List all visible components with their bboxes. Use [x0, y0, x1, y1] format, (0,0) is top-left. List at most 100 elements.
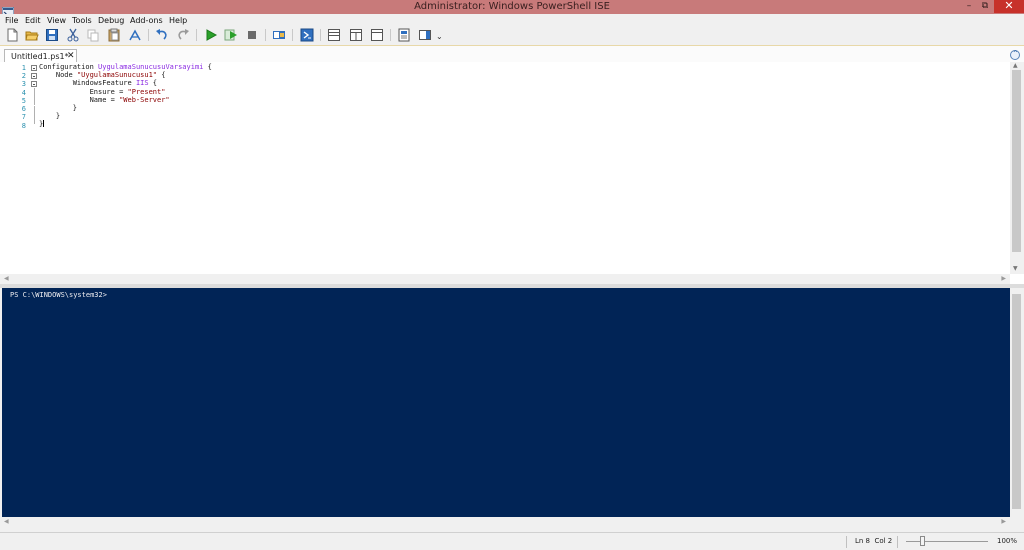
- menu-bar: File Edit View Tools Debug Add-ons Help: [0, 14, 1024, 27]
- toolbar: ⌄: [0, 27, 1024, 44]
- powershell-ise-window: Administrator: Windows PowerShell ISE – …: [0, 0, 1024, 550]
- code-token: "UygulamaSunucusu1": [76, 71, 158, 80]
- cut-icon[interactable]: [66, 28, 80, 42]
- script-editor[interactable]: 1 2 3 4 5 6 7 8 Configuration UygulamaSu…: [0, 62, 1024, 284]
- text-caret: [43, 120, 45, 128]
- code-token: {: [203, 63, 212, 71]
- save-icon[interactable]: [45, 28, 59, 42]
- fold-toggle-icon[interactable]: [31, 65, 37, 71]
- line-number: 8: [21, 122, 26, 130]
- zoom-slider[interactable]: [906, 541, 988, 542]
- code-token: Ensure =: [39, 87, 128, 96]
- toolbar-separator: [390, 29, 391, 41]
- code-line[interactable]: }: [39, 104, 212, 112]
- tab-label: Untitled1.ps1*: [11, 52, 69, 61]
- console-pane[interactable]: PS C:\WINDOWS\system32>: [2, 288, 1010, 517]
- scroll-thumb[interactable]: [1012, 294, 1021, 509]
- restore-button[interactable]: ⧉: [978, 0, 992, 13]
- clear-console-icon[interactable]: [128, 28, 142, 42]
- toolbar-separator: [292, 29, 293, 41]
- toolbar-overflow-icon[interactable]: ⌄: [436, 32, 443, 41]
- code-token: Name =: [39, 95, 120, 104]
- code-text[interactable]: Configuration UygulamaSunucusuVarsayimi …: [39, 63, 212, 129]
- show-command-window-icon[interactable]: [397, 28, 411, 42]
- close-tab-icon[interactable]: ✕: [67, 51, 75, 61]
- code-token: Configuration: [39, 63, 99, 71]
- chevron-up-icon: ⌃: [1012, 49, 1019, 58]
- scroll-up-icon[interactable]: ▲: [1013, 62, 1018, 69]
- toolbar-separator: [265, 29, 266, 41]
- code-line[interactable]: Ensure = "Present": [39, 88, 212, 96]
- scroll-right-icon[interactable]: ▶: [1001, 275, 1006, 282]
- scroll-down-icon[interactable]: ▼: [1013, 265, 1018, 272]
- toolbar-separator: [320, 29, 321, 41]
- console-vertical-scrollbar[interactable]: [1010, 288, 1024, 517]
- code-line[interactable]: Node "UygulamaSunucusu1" {: [39, 71, 212, 79]
- scroll-right-icon[interactable]: ▶: [1001, 518, 1006, 525]
- console-prompt: PS C:\WINDOWS\system32>: [10, 291, 107, 299]
- editor-horizontal-scrollbar[interactable]: ◀ ▶: [0, 274, 1010, 284]
- title-bar[interactable]: Administrator: Windows PowerShell ISE – …: [0, 0, 1024, 18]
- toolbar-separator: [196, 29, 197, 41]
- status-separator: [897, 536, 898, 548]
- menu-add-ons[interactable]: Add-ons: [130, 15, 163, 26]
- code-line[interactable]: WindowsFeature IIS {: [39, 79, 212, 87]
- code-token: "Present": [127, 87, 166, 96]
- code-token: {: [157, 71, 166, 80]
- console-horizontal-scrollbar[interactable]: ◀ ▶: [0, 517, 1010, 527]
- menu-view[interactable]: View: [47, 15, 66, 26]
- fold-guide: [34, 115, 35, 124]
- line-number: 5: [21, 97, 26, 105]
- start-powershell-icon[interactable]: [300, 28, 314, 42]
- code-token: IIS: [135, 79, 149, 88]
- redo-icon[interactable]: [176, 28, 190, 42]
- toolbar-separator: [148, 29, 149, 41]
- line-number: 3: [21, 80, 26, 88]
- code-line[interactable]: }: [39, 120, 212, 128]
- show-script-pane-right-icon[interactable]: [349, 28, 363, 42]
- new-remote-tab-icon[interactable]: [272, 28, 286, 42]
- code-token: {: [148, 79, 158, 88]
- paste-icon[interactable]: [107, 28, 121, 42]
- run-selection-icon[interactable]: [224, 28, 238, 42]
- editor-vertical-scrollbar[interactable]: ▲ ▼: [1010, 62, 1024, 274]
- fold-toggle-icon[interactable]: [31, 81, 37, 87]
- stop-icon[interactable]: [245, 28, 259, 42]
- new-file-icon[interactable]: [5, 28, 19, 42]
- fold-toggle-icon[interactable]: [31, 73, 37, 79]
- close-button[interactable]: ✕: [994, 0, 1024, 13]
- run-script-icon[interactable]: [204, 28, 218, 42]
- open-file-icon[interactable]: [25, 28, 39, 42]
- fold-guide: [34, 106, 35, 115]
- code-token: }: [39, 112, 61, 121]
- undo-icon[interactable]: [155, 28, 169, 42]
- line-number: 4: [21, 89, 26, 97]
- zoom-slider-thumb[interactable]: [920, 536, 926, 546]
- menu-file[interactable]: File: [5, 15, 18, 26]
- code-token: WindowsFeature: [39, 79, 136, 88]
- line-number: 1: [21, 64, 26, 72]
- scroll-thumb[interactable]: [1012, 70, 1021, 252]
- show-command-addon-icon[interactable]: [418, 28, 432, 42]
- menu-debug[interactable]: Debug: [98, 15, 124, 26]
- code-line[interactable]: }: [39, 112, 212, 120]
- copy-icon[interactable]: [86, 28, 100, 42]
- menu-tools[interactable]: Tools: [72, 15, 92, 26]
- show-script-pane-maximized-icon[interactable]: [370, 28, 384, 42]
- window-title: Administrator: Windows PowerShell ISE: [414, 1, 610, 12]
- scroll-left-icon[interactable]: ◀: [4, 275, 9, 282]
- code-line[interactable]: Name = "Web-Server": [39, 96, 212, 104]
- code-token: }: [39, 103, 77, 112]
- line-number: 7: [21, 113, 26, 121]
- menu-help[interactable]: Help: [169, 15, 187, 26]
- zoom-level: 100%: [997, 537, 1018, 545]
- code-line[interactable]: Configuration UygulamaSunucusuVarsayimi …: [39, 63, 212, 71]
- collapse-script-pane-button[interactable]: ⌃: [1010, 49, 1020, 60]
- minimize-button[interactable]: –: [962, 0, 976, 13]
- menu-edit[interactable]: Edit: [25, 15, 41, 26]
- show-script-pane-top-icon[interactable]: [327, 28, 341, 42]
- scroll-left-icon[interactable]: ◀: [4, 518, 9, 525]
- code-token: Node: [39, 71, 77, 80]
- line-number-gutter: 1 2 3 4 5 6 7 8: [0, 62, 38, 274]
- code-token: UygulamaSunucusuVarsayimi: [98, 63, 204, 71]
